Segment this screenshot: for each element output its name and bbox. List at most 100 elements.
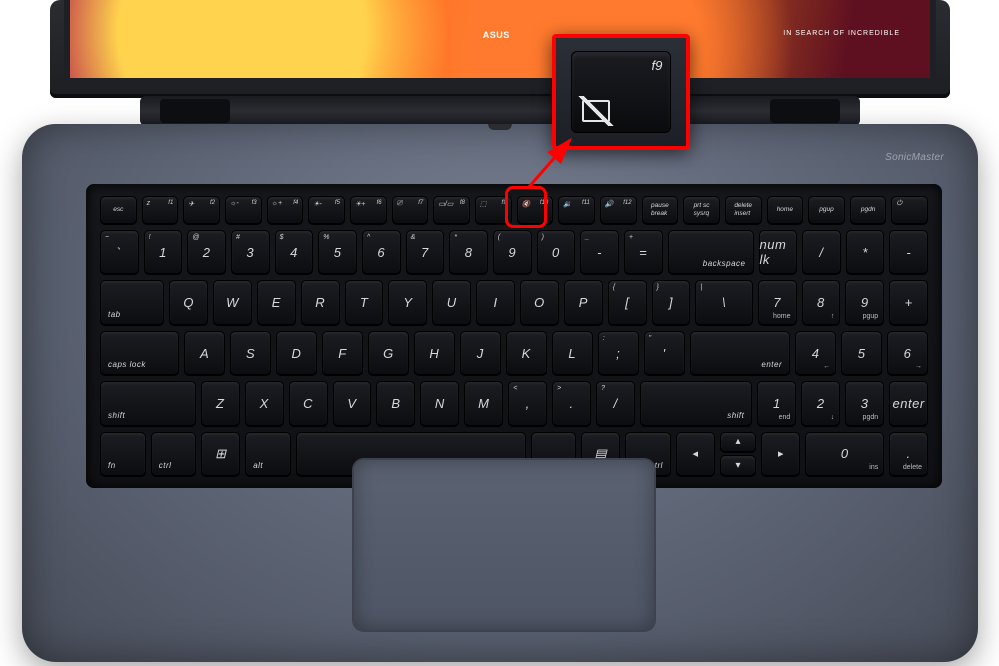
key-arrow-up[interactable]: ▴ bbox=[720, 432, 757, 453]
key-o[interactable]: O bbox=[520, 280, 559, 324]
key-pause-break[interactable]: pause break bbox=[642, 196, 679, 224]
key--[interactable]: {[ bbox=[608, 280, 647, 324]
key-z[interactable]: Z bbox=[201, 381, 240, 425]
key--[interactable]: >. bbox=[552, 381, 591, 425]
key-enter[interactable]: enter bbox=[690, 331, 791, 375]
key-8[interactable]: 8↑ bbox=[802, 280, 841, 324]
key--[interactable]: <, bbox=[508, 381, 547, 425]
key-enter[interactable]: enter bbox=[889, 381, 928, 425]
key-n[interactable]: N bbox=[420, 381, 459, 425]
key-r[interactable]: R bbox=[301, 280, 340, 324]
key-pgdn[interactable]: pgdn bbox=[850, 196, 887, 224]
key--[interactable]: |\ bbox=[695, 280, 752, 324]
key--[interactable]: ⊞ bbox=[201, 432, 240, 476]
key--[interactable]: ⎚f7 bbox=[392, 196, 429, 224]
key-p[interactable]: P bbox=[564, 280, 603, 324]
key-3[interactable]: #3 bbox=[231, 230, 270, 274]
key-arrow-right[interactable]: ▸ bbox=[761, 432, 800, 476]
key-v[interactable]: V bbox=[333, 381, 372, 425]
key-m[interactable]: M bbox=[464, 381, 503, 425]
key-x[interactable]: X bbox=[245, 381, 284, 425]
key-prt-sc-sysrq[interactable]: prt sc sysrq bbox=[683, 196, 720, 224]
key--[interactable]: ✈f2 bbox=[183, 196, 220, 224]
key-y[interactable]: Y bbox=[388, 280, 427, 324]
key-6[interactable]: ^6 bbox=[362, 230, 401, 274]
key-2[interactable]: @2 bbox=[187, 230, 226, 274]
key--[interactable]: ⏻ bbox=[891, 196, 928, 224]
key-a[interactable]: A bbox=[184, 331, 225, 375]
key-num-lk[interactable]: num lk bbox=[759, 230, 798, 274]
key-1[interactable]: 1end bbox=[757, 381, 796, 425]
key-6[interactable]: 6→ bbox=[887, 331, 928, 375]
key-home[interactable]: home bbox=[767, 196, 804, 224]
key-c[interactable]: C bbox=[289, 381, 328, 425]
key--[interactable]: "' bbox=[644, 331, 685, 375]
key-esc[interactable]: esc bbox=[100, 196, 137, 224]
key--[interactable]: ▭/▭f8 bbox=[433, 196, 470, 224]
key--[interactable]: }] bbox=[652, 280, 691, 324]
key--[interactable]: ☀-f5 bbox=[308, 196, 345, 224]
key--[interactable]: ⬚f9 bbox=[475, 196, 512, 224]
key-ctrl[interactable]: ctrl bbox=[151, 432, 197, 476]
key-j[interactable]: J bbox=[460, 331, 501, 375]
key-backspace[interactable]: backspace bbox=[668, 230, 754, 274]
key-alt[interactable]: alt bbox=[245, 432, 291, 476]
key-1[interactable]: !1 bbox=[144, 230, 183, 274]
key-g[interactable]: G bbox=[368, 331, 409, 375]
key-9[interactable]: 9pgup bbox=[845, 280, 884, 324]
key-i[interactable]: I bbox=[476, 280, 515, 324]
key-0[interactable]: 0ins bbox=[805, 432, 884, 476]
key-9[interactable]: (9 bbox=[493, 230, 532, 274]
key--[interactable]: += bbox=[624, 230, 663, 274]
key-tab[interactable]: tab bbox=[100, 280, 164, 324]
key-arrow-down[interactable]: ▾ bbox=[720, 455, 757, 476]
key--[interactable]: / bbox=[802, 230, 841, 274]
key-4[interactable]: 4← bbox=[795, 331, 836, 375]
key--[interactable]: 🔉f11 bbox=[558, 196, 595, 224]
key-shift[interactable]: shift bbox=[100, 381, 196, 425]
key-w[interactable]: W bbox=[213, 280, 252, 324]
key--[interactable]: ☀+f6 bbox=[350, 196, 387, 224]
key--[interactable]: 🔇f10 bbox=[517, 196, 554, 224]
key-s[interactable]: S bbox=[230, 331, 271, 375]
key--[interactable]: * bbox=[846, 230, 885, 274]
key-fn[interactable]: fn bbox=[100, 432, 146, 476]
key-z[interactable]: zf1 bbox=[142, 196, 179, 224]
key--[interactable]: - bbox=[889, 230, 928, 274]
key--[interactable]: ?/ bbox=[596, 381, 635, 425]
key-d[interactable]: D bbox=[276, 331, 317, 375]
key-caps-lock[interactable]: caps lock bbox=[100, 331, 179, 375]
key-7[interactable]: 7home bbox=[758, 280, 797, 324]
key-delete-insert[interactable]: delete insert bbox=[725, 196, 762, 224]
key-3[interactable]: 3pgdn bbox=[845, 381, 884, 425]
key--[interactable]: :; bbox=[598, 331, 639, 375]
key--[interactable]: 🔊f12 bbox=[600, 196, 637, 224]
key--[interactable]: .delete bbox=[889, 432, 928, 476]
key-l[interactable]: L bbox=[552, 331, 593, 375]
key-u[interactable]: U bbox=[432, 280, 471, 324]
key-pgup[interactable]: pgup bbox=[808, 196, 845, 224]
key-4[interactable]: $4 bbox=[275, 230, 314, 274]
key-e[interactable]: E bbox=[257, 280, 296, 324]
key-k[interactable]: K bbox=[506, 331, 547, 375]
key-t[interactable]: T bbox=[345, 280, 384, 324]
key--[interactable]: + bbox=[889, 280, 928, 324]
key-b[interactable]: B bbox=[376, 381, 415, 425]
keyboard-row: caps lockASDFGHJKL:;"'enter4←56→ bbox=[100, 331, 928, 375]
key-f[interactable]: F bbox=[322, 331, 363, 375]
key-5[interactable]: %5 bbox=[318, 230, 357, 274]
key-7[interactable]: &7 bbox=[406, 230, 445, 274]
key-q[interactable]: Q bbox=[169, 280, 208, 324]
touchpad[interactable] bbox=[352, 458, 656, 632]
key-2[interactable]: 2↓ bbox=[801, 381, 840, 425]
key--[interactable]: ☼+f4 bbox=[267, 196, 304, 224]
key--[interactable]: _- bbox=[580, 230, 619, 274]
key-arrow-left[interactable]: ◂ bbox=[676, 432, 715, 476]
key-h[interactable]: H bbox=[414, 331, 455, 375]
key--[interactable]: ☼-f3 bbox=[225, 196, 262, 224]
key-8[interactable]: *8 bbox=[449, 230, 488, 274]
key-shift[interactable]: shift bbox=[640, 381, 752, 425]
key--[interactable]: ~` bbox=[100, 230, 139, 274]
key-0[interactable]: )0 bbox=[537, 230, 576, 274]
key-5[interactable]: 5 bbox=[841, 331, 882, 375]
